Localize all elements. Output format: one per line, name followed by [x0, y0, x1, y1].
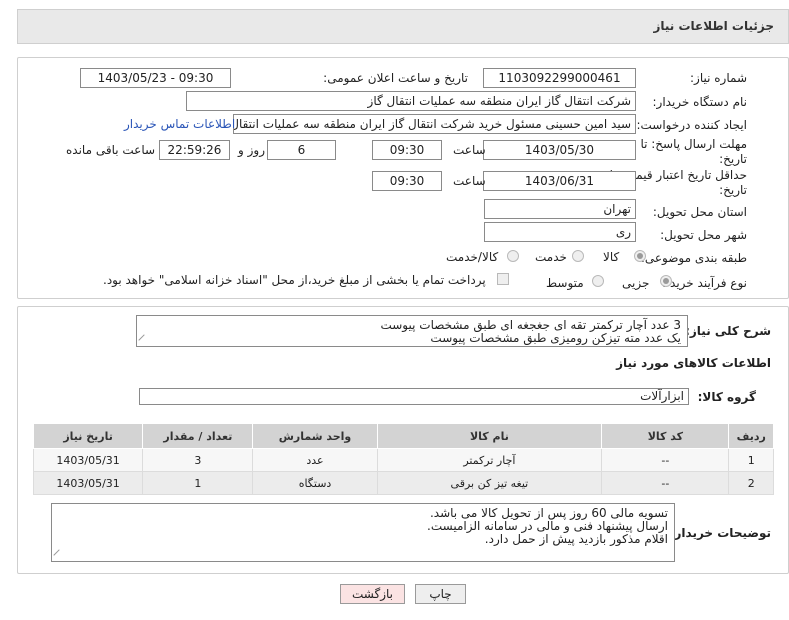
remaining-days-field: 6 — [267, 140, 336, 160]
page-title: جزئیات اطلاعات نیاز — [653, 19, 774, 33]
delivery-city-label: شهر محل تحویل: — [660, 228, 747, 242]
cell-goods-name: آچار ترکمتر — [376, 448, 603, 472]
cell-row-number: 1 — [728, 448, 774, 472]
buyer-notes-label: توضیحات خریدار: — [669, 526, 771, 540]
purchase-type-minor-radio[interactable] — [660, 275, 672, 287]
delivery-province-field: تهران — [484, 199, 636, 219]
treasury-note: پرداخت تمام یا بخشی از مبلغ خرید،از محل … — [103, 273, 486, 287]
category-goods-radio[interactable] — [634, 250, 646, 262]
header-row-number: ردیف — [728, 423, 774, 449]
resize-handle-icon — [53, 549, 65, 561]
page-header: جزئیات اطلاعات نیاز — [17, 9, 789, 44]
remaining-time-label: ساعت باقی مانده — [66, 143, 156, 157]
table-row: 2 -- تیغه تیز کن برقی دستگاه 1 1403/05/3… — [32, 471, 774, 495]
cell-quantity: 3 — [142, 448, 254, 472]
purchase-type-minor-label: جزیی — [622, 276, 650, 290]
treasury-checkbox[interactable] — [497, 273, 509, 285]
cell-goods-code: -- — [601, 448, 730, 472]
requester-label: ایجاد کننده درخواست: — [636, 118, 747, 132]
announce-date-label: تاریخ و ساعت اعلان عمومی: — [323, 71, 468, 85]
cell-quantity: 1 — [142, 471, 254, 495]
goods-table-header: ردیف کد کالا نام کالا واحد شمارش تعداد /… — [32, 423, 774, 449]
requester-field: سید امین حسینی مسئول خرید شرکت انتقال گا… — [233, 114, 636, 134]
buyer-contact-link[interactable]: اطلاعات تماس خریدار — [124, 117, 235, 131]
description-label: شرح کلی نیاز: — [685, 324, 771, 338]
need-number-label: شماره نیاز: — [690, 71, 747, 85]
category-goods-service-radio[interactable] — [507, 250, 519, 262]
goods-section-title: اطلاعات کالاهای مورد نیاز — [616, 356, 771, 370]
cell-goods-name: تیغه تیز کن برقی — [376, 471, 603, 495]
reply-deadline-time-label: ساعت — [453, 143, 486, 157]
announce-date-field: 1403/05/23 - 09:30 — [80, 68, 231, 88]
remaining-time-field: 22:59:26 — [159, 140, 230, 160]
goods-table: ردیف کد کالا نام کالا واحد شمارش تعداد /… — [32, 423, 774, 495]
header-goods-code: کد کالا — [601, 423, 730, 449]
header-goods-name: نام کالا — [376, 423, 603, 449]
back-button[interactable]: بازگشت — [340, 584, 405, 604]
buyer-org-label: نام دستگاه خریدار: — [652, 95, 748, 109]
cell-row-number: 2 — [728, 471, 774, 495]
cell-unit: دستگاه — [252, 471, 378, 495]
reply-deadline-date-field: 1403/05/30 — [483, 140, 636, 160]
header-quantity: تعداد / مقدار — [142, 423, 254, 449]
reply-deadline-time-field: 09:30 — [372, 140, 442, 160]
cell-unit: عدد — [252, 448, 378, 472]
days-label: روز و — [238, 143, 265, 157]
goods-group-label: گروه کالا: — [697, 390, 756, 404]
price-validity-date-field: 1403/06/31 — [483, 171, 636, 191]
need-number-field: 1103092299000461 — [483, 68, 636, 88]
cell-need-date: 1403/05/31 — [32, 448, 144, 472]
cell-goods-code: -- — [601, 471, 730, 495]
reply-deadline-label: مهلت ارسال پاسخ: تا — [640, 137, 747, 151]
print-button[interactable]: چاپ — [415, 584, 466, 604]
description-textarea: 3 عدد آچار ترکمتر تقه ای جغجغه ای طبق مش… — [136, 315, 688, 347]
category-service-radio[interactable] — [572, 250, 584, 262]
table-row: 1 -- آچار ترکمتر عدد 3 1403/05/31 — [32, 448, 774, 472]
buyer-notes-textarea: تسویه مالی 60 روز پس از تحویل کالا می با… — [51, 503, 675, 562]
category-goods-service-label: کالا/خدمت — [446, 250, 499, 264]
header-unit: واحد شمارش — [252, 423, 378, 449]
description-line-2: یک عدد متە تیزکن رومیزی طبق مشخصات پیوست — [430, 331, 681, 345]
header-need-date: تاریخ نیاز — [32, 423, 144, 449]
category-goods-label: کالا — [603, 250, 620, 264]
purchase-type-label: نوع فرآیند خرید : — [662, 276, 747, 290]
price-validity-date-label: تاریخ: — [719, 183, 747, 197]
cell-need-date: 1403/05/31 — [32, 471, 144, 495]
delivery-city-field: ری — [484, 222, 636, 242]
buyer-org-field: شرکت انتقال گاز ایران منطقه سه عملیات ان… — [186, 91, 636, 111]
category-service-label: خدمت — [535, 250, 567, 264]
category-label: طبقه بندی موضوعی: — [640, 251, 747, 265]
delivery-province-label: استان محل تحویل: — [652, 205, 747, 219]
purchase-type-medium-label: متوسط — [546, 276, 584, 290]
buyer-notes-line-3: اقلام مذکور بازدید پیش از حمل دارد. — [484, 532, 668, 546]
goods-group-field: ابزارآلات — [139, 388, 689, 405]
price-validity-time-field: 09:30 — [372, 171, 442, 191]
price-validity-time-label: ساعت — [453, 174, 486, 188]
purchase-type-medium-radio[interactable] — [592, 275, 604, 287]
reply-deadline-date-label: تاریخ: — [719, 152, 747, 166]
